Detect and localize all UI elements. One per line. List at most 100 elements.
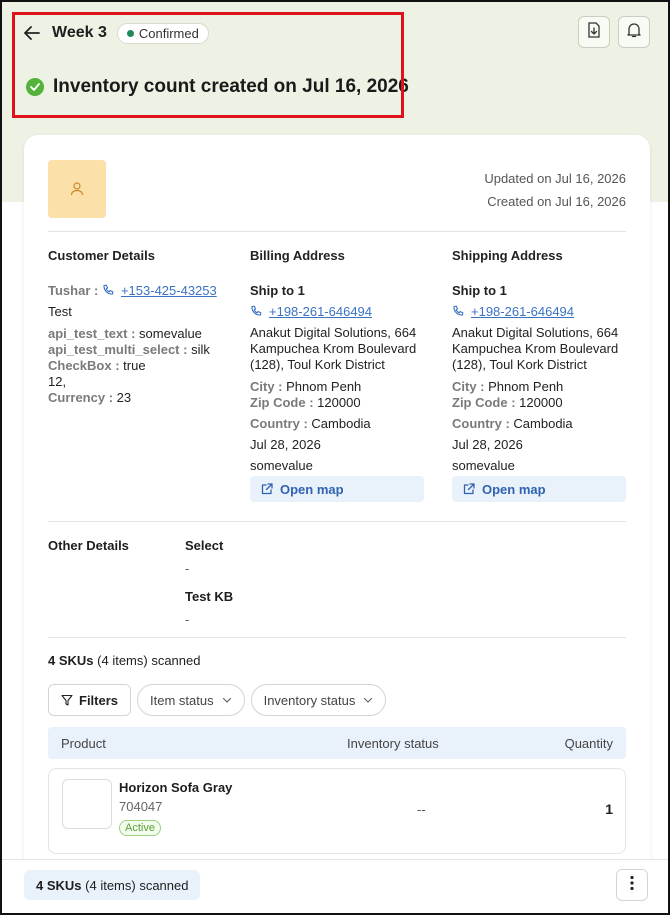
customer-phone-link[interactable]: +153-425-43253: [121, 283, 217, 299]
billing-phone-link[interactable]: +198-261-646494: [269, 304, 372, 320]
shipping-zip-key: Zip Code :: [452, 395, 516, 410]
currency-field: Currency : 23: [48, 390, 228, 406]
shipping-street: Anakut Digital Solutions, 664 Kampuchea …: [452, 325, 619, 372]
customer-details: Customer Details Tushar : +153-425-43253…: [48, 248, 228, 406]
billing-zip-value: 120000: [317, 395, 361, 410]
page-title: Week 3: [52, 24, 107, 41]
api-test-text-key: api_test_text :: [48, 326, 136, 341]
shipping-zip: Zip Code : 120000: [452, 395, 628, 411]
file-download-icon: [587, 21, 601, 43]
product-sku: 704047: [119, 799, 163, 814]
api-multi-select-key: api_test_multi_select :: [48, 342, 188, 357]
billing-open-map-button[interactable]: Open map: [250, 476, 424, 502]
external-link-icon: [463, 482, 476, 496]
billing-note: somevalue: [250, 458, 313, 473]
product-thumbnail: [62, 779, 112, 829]
chevron-down-icon: [363, 695, 373, 705]
item-status-dropdown[interactable]: Item status: [137, 684, 245, 716]
column-header-product: Product: [61, 736, 106, 751]
shipping-phone-link[interactable]: +198-261-646494: [471, 304, 574, 320]
product-name: Horizon Sofa Gray: [119, 780, 233, 795]
column-header-quantity: Quantity: [564, 736, 613, 751]
checkbox-key: CheckBox :: [48, 358, 120, 373]
success-banner: Inventory count created on Jul 16, 2026: [26, 76, 409, 98]
shipping-country-value: Cambodia: [513, 416, 573, 431]
status-label: Confirmed: [138, 25, 199, 41]
customer-name-label: Tushar :: [48, 283, 99, 298]
bell-icon: [626, 22, 642, 43]
sku-summary: 4 SKUs (4 items) scanned: [48, 653, 200, 668]
shipping-address-title: Shipping Address: [452, 248, 563, 263]
phone-icon: [452, 305, 466, 319]
api-multi-select-value: silk: [191, 342, 210, 357]
footer-scanned-text: (4 items) scanned: [85, 877, 189, 893]
billing-address-title: Billing Address: [250, 248, 345, 263]
more-vertical-icon: [630, 875, 634, 896]
other-field-select: Select -: [185, 538, 223, 576]
api-test-text-field: api_test_text : somevalue: [48, 326, 228, 342]
inventory-status-dropdown[interactable]: Inventory status: [250, 684, 387, 716]
page-header: Week 3 Confirmed: [24, 20, 646, 46]
other-field-test-kb: Test KB -: [185, 589, 233, 627]
table-row[interactable]: Horizon Sofa Gray 704047 Active -- 1: [48, 768, 626, 854]
avatar: [48, 160, 106, 218]
check-circle-icon: [26, 78, 44, 96]
shipping-city-key: City :: [452, 379, 485, 394]
shipping-city-value: Phnom Penh: [488, 379, 564, 394]
divider: [48, 231, 626, 232]
sku-scanned-text: (4 items) scanned: [97, 653, 201, 668]
sku-count: 4 SKUs: [48, 653, 94, 668]
item-status-label: Item status: [150, 692, 214, 708]
billing-city-value: Phnom Penh: [286, 379, 362, 394]
status-badge: Active: [119, 820, 161, 836]
billing-country: Country : Cambodia: [250, 416, 426, 432]
footer-sku-summary: 4 SKUs (4 items) scanned: [24, 870, 201, 900]
phone-icon: [250, 305, 264, 319]
divider: [48, 637, 626, 638]
download-report-button[interactable]: [578, 16, 610, 48]
shipping-address: Shipping Address Ship to 1 +198-261-6464…: [452, 248, 628, 474]
other-details-title: Other Details: [48, 538, 129, 553]
currency-value: 23: [116, 390, 132, 405]
inventory-status-value: --: [417, 802, 426, 817]
billing-city-key: City :: [250, 379, 283, 394]
bottom-action-bar: 4 SKUs (4 items) scanned: [2, 859, 668, 913]
api-test-text-value: somevalue: [139, 326, 202, 341]
field-value: -: [185, 561, 190, 576]
billing-open-map-label: Open map: [280, 481, 344, 497]
billing-city: City : Phnom Penh: [250, 379, 426, 395]
success-message: Inventory count created on Jul 16, 2026: [53, 76, 409, 97]
external-link-icon: [261, 482, 274, 496]
customer-extra-name: Test: [48, 304, 72, 319]
field-label: Select: [185, 538, 224, 553]
created-date: Created on Jul 16, 2026: [487, 194, 626, 209]
updated-date: Updated on Jul 16, 2026: [484, 171, 626, 186]
billing-country-value: Cambodia: [311, 416, 371, 431]
number-line: 12,: [48, 374, 67, 389]
shipping-country-key: Country :: [452, 416, 510, 431]
billing-street: Anakut Digital Solutions, 664 Kampuchea …: [250, 325, 417, 372]
shipping-ship-to: Ship to 1: [452, 283, 507, 298]
app-frame: Week 3 Confirmed Inventory count created…: [0, 0, 670, 915]
quantity-value: 1: [605, 801, 613, 817]
status-badge: Confirmed: [116, 22, 209, 44]
billing-zip: Zip Code : 120000: [250, 395, 426, 411]
field-label: Test KB: [185, 589, 234, 604]
shipping-zip-value: 120000: [519, 395, 563, 410]
field-value: -: [185, 612, 190, 627]
shipping-phone: +198-261-646494: [452, 304, 628, 320]
shipping-open-map-button[interactable]: Open map: [452, 476, 626, 502]
inventory-details-card: Updated on Jul 16, 2026 Created on Jul 1…: [24, 135, 650, 895]
shipping-open-map-label: Open map: [482, 481, 546, 497]
notifications-button[interactable]: [618, 16, 650, 48]
billing-address: Billing Address Ship to 1 +198-261-64649…: [250, 248, 426, 474]
more-options-button[interactable]: [616, 869, 648, 901]
meta-dates: Updated on Jul 16, 2026 Created on Jul 1…: [484, 167, 626, 213]
sku-table-header: Product Inventory status Quantity: [48, 727, 626, 759]
phone-icon: [102, 284, 116, 298]
filters-label: Filters: [79, 692, 119, 708]
shipping-date: Jul 28, 2026: [452, 437, 523, 452]
back-arrow-icon[interactable]: [24, 24, 42, 42]
filters-button[interactable]: Filters: [48, 684, 132, 716]
chevron-down-icon: [222, 695, 232, 705]
